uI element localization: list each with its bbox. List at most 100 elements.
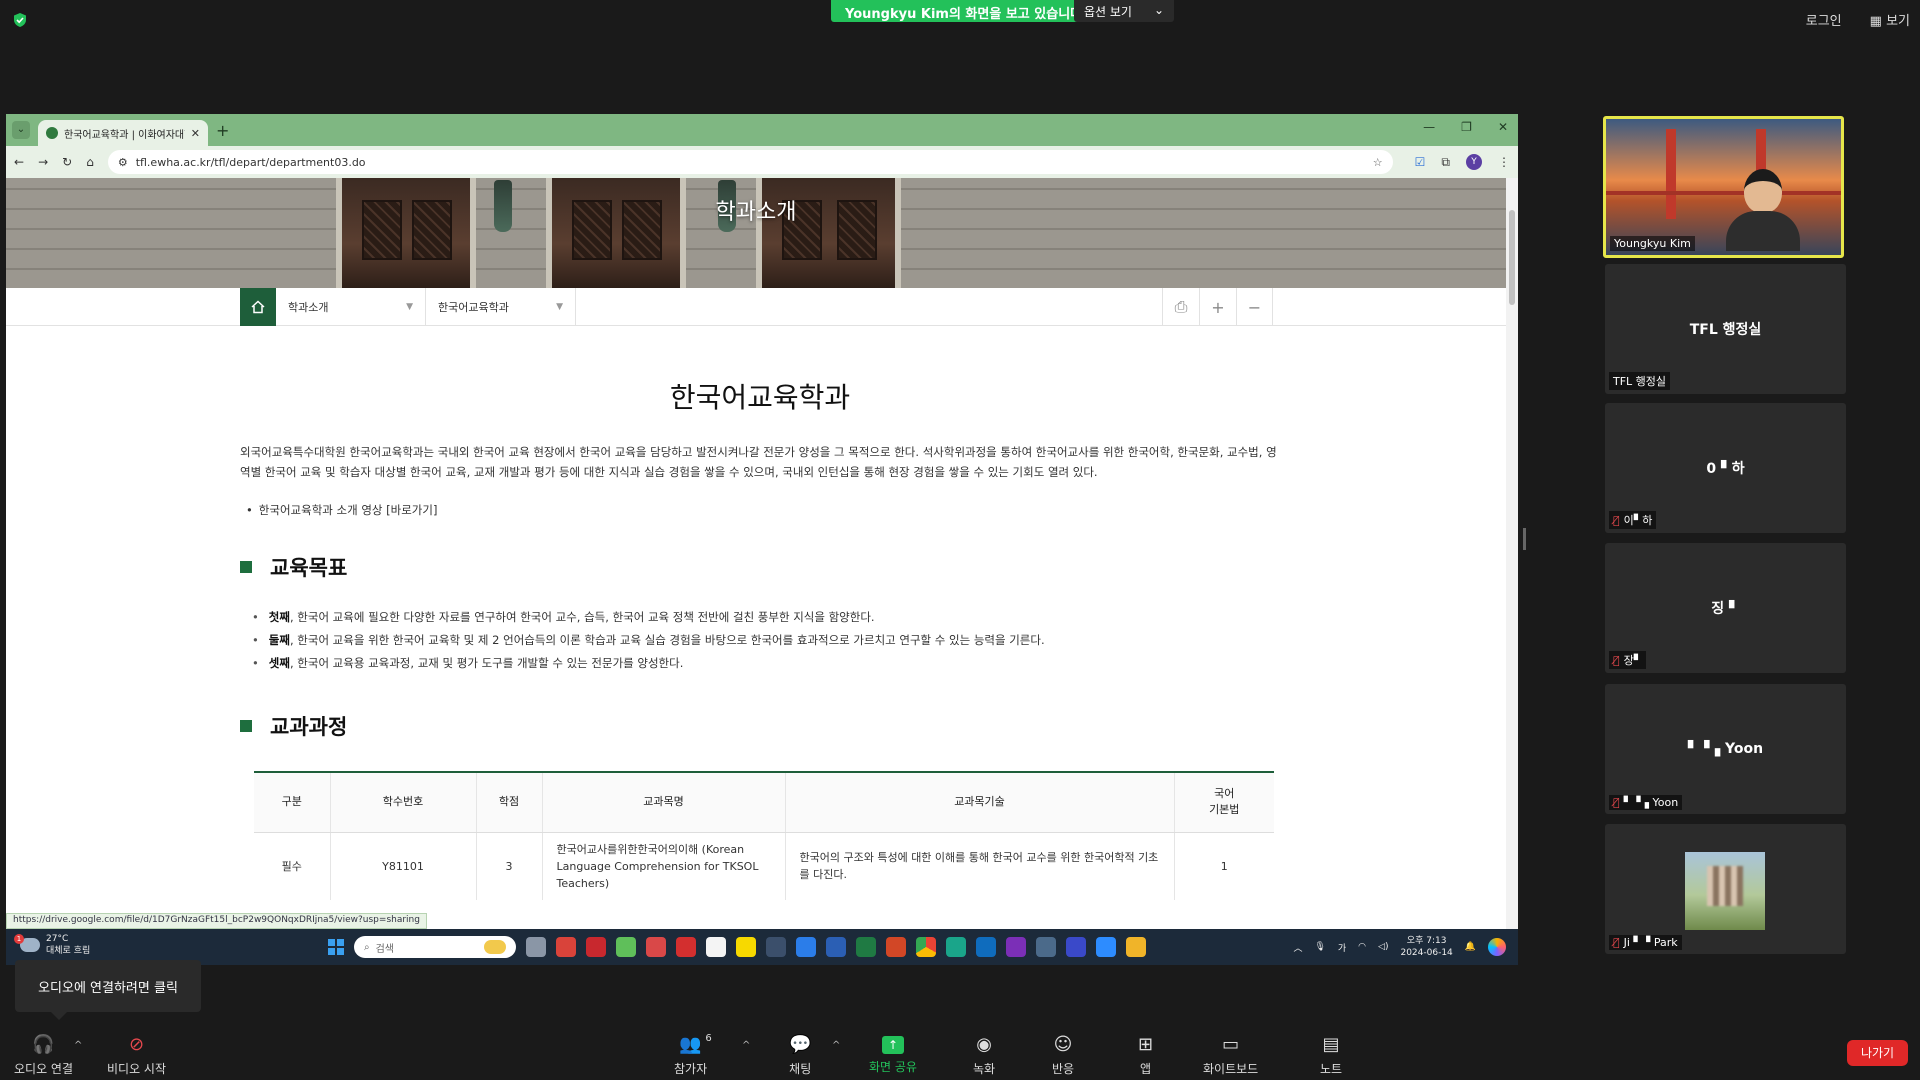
profile-avatar[interactable]: Y: [1466, 154, 1482, 170]
back-icon[interactable]: ←: [14, 155, 24, 169]
app-en-icon[interactable]: [706, 937, 726, 957]
login-button[interactable]: 로그인: [1806, 10, 1842, 29]
zoom-out-button[interactable]: −: [1236, 288, 1273, 326]
bookmark-star-icon[interactable]: ☆: [1373, 156, 1383, 169]
edge-icon[interactable]: [946, 937, 966, 957]
goal-ordinal: 첫째: [268, 610, 290, 624]
kakaotalk-icon[interactable]: [736, 937, 756, 957]
bullet-square-icon: [240, 561, 252, 573]
weather-widget[interactable]: 1 27°C 대체로 흐림: [14, 933, 90, 957]
participant-tile[interactable]: 🎙̸ Ji ▘▝ Park: [1605, 824, 1846, 954]
participants-button[interactable]: 👥 6 참가자: [674, 1033, 712, 1077]
acrobat-icon[interactable]: [676, 937, 696, 957]
taskbar-clock[interactable]: 오후 7:13 2024-06-14: [1400, 935, 1452, 959]
page-scrollbar[interactable]: [1506, 178, 1518, 929]
chat-caret-icon[interactable]: ^: [832, 1040, 840, 1051]
print-icon: ⎙: [1174, 297, 1188, 316]
scrollbar-thumb[interactable]: [1509, 210, 1515, 305]
forward-icon[interactable]: →: [38, 155, 48, 169]
reload-icon[interactable]: ↻: [62, 155, 72, 169]
app-q-icon[interactable]: [766, 937, 786, 957]
participant-tile-video[interactable]: Youngkyu Kim: [1603, 116, 1844, 258]
tab-search-icon[interactable]: ⌄: [12, 121, 30, 139]
share-screen-button[interactable]: ↑ 화면 공유: [869, 1034, 917, 1075]
zoom-in-button[interactable]: +: [1199, 288, 1236, 326]
record-button[interactable]: ◉ 녹화: [973, 1034, 995, 1077]
whiteboard-button[interactable]: ▭ 화이트보드: [1203, 1034, 1258, 1077]
home-button[interactable]: [240, 288, 276, 326]
excel-icon[interactable]: [856, 937, 876, 957]
apps-button[interactable]: ⊞ 앱: [1138, 1034, 1153, 1077]
start-video-label: 비디오 시작: [107, 1062, 167, 1076]
ime-indicator[interactable]: 가: [1338, 941, 1346, 954]
video-link[interactable]: 한국어교육학과 소개 영상 [바로가기]: [240, 502, 1280, 518]
system-tray: ︿ 🎙 가 ◠ ◁) 오후 7:13 2024-06-14 🔔: [1293, 935, 1506, 959]
audio-connect-tooltip[interactable]: 오디오에 연결하려면 클릭: [15, 960, 201, 1020]
snipping-tool-icon[interactable]: [556, 937, 576, 957]
wifi-icon[interactable]: ◠: [1358, 942, 1366, 952]
close-tab-icon[interactable]: ✕: [191, 127, 200, 140]
windows-start-icon[interactable]: [328, 939, 344, 955]
powerpoint-icon[interactable]: [886, 937, 906, 957]
chrome-icon[interactable]: [916, 937, 936, 957]
file-explorer-icon[interactable]: [1126, 937, 1146, 957]
copilot-icon[interactable]: [1488, 938, 1506, 956]
notes-button[interactable]: ▤ 노트: [1320, 1034, 1342, 1077]
record-label: 녹화: [973, 1062, 996, 1076]
app-red-icon[interactable]: [646, 937, 666, 957]
chat-button[interactable]: 💬 채팅: [789, 1034, 811, 1077]
table-cell: 필수: [254, 832, 331, 900]
browser-tab-active[interactable]: 한국어교육학과 | 이화여자대학 ✕: [38, 120, 208, 146]
start-video-button[interactable]: ⊘ 비디오 시작: [107, 1034, 166, 1077]
leave-meeting-button[interactable]: 나가기: [1847, 1040, 1908, 1066]
onenote-icon[interactable]: [1006, 937, 1026, 957]
chat-bubble-icon: 💬: [789, 1034, 812, 1055]
close-window-icon[interactable]: ✕: [1498, 120, 1508, 134]
restore-icon[interactable]: ❐: [1461, 120, 1472, 134]
participant-name: 이▘하: [1623, 514, 1653, 527]
word-icon[interactable]: [826, 937, 846, 957]
browser-menu-icon[interactable]: ⋮: [1498, 155, 1510, 169]
view-options-button[interactable]: 옵션 보기 ⌄: [1074, 0, 1175, 22]
breadcrumb-depth2-select[interactable]: 한국어교육학과 ▼: [426, 288, 576, 326]
participant-tile[interactable]: TFL 행정실 TFL 행정실: [1605, 264, 1846, 394]
home-icon[interactable]: ⌂: [86, 155, 94, 169]
participant-tile[interactable]: ▘▝▗ Yoon 🎙̸ ▘▝▗ Yoon: [1605, 684, 1846, 814]
audio-options-caret-icon[interactable]: ^: [74, 1040, 82, 1051]
extension-check-icon[interactable]: ☑: [1415, 155, 1426, 169]
shared-screen: ⌄ 한국어교육학과 | 이화여자대학 ✕ + — ❐ ✕ ← → ↻ ⌂ ⚙ t…: [6, 114, 1518, 965]
view-button[interactable]: ▦ 보기: [1870, 10, 1910, 29]
panel-resize-handle[interactable]: [1523, 528, 1526, 550]
chevron-up-icon[interactable]: ︿: [1293, 941, 1302, 954]
zoom-app-icon[interactable]: [1096, 937, 1116, 957]
notification-bell-icon[interactable]: 🔔: [1465, 942, 1476, 952]
address-bar[interactable]: ⚙ tfl.ewha.ac.kr/tfl/depart/department03…: [107, 150, 1393, 174]
minimize-icon[interactable]: —: [1423, 120, 1435, 134]
participant-tile[interactable]: 징 ▘ 🎙̸ 장▘: [1605, 543, 1846, 673]
task-view-icon[interactable]: [526, 937, 546, 957]
taskbar-search[interactable]: ⌕ 검색: [354, 936, 516, 958]
new-tab-icon[interactable]: +: [216, 121, 229, 140]
extensions-puzzle-icon[interactable]: ⧉: [1441, 155, 1450, 170]
volume-icon[interactable]: ◁): [1378, 942, 1388, 952]
participant-tile[interactable]: 0 ▘하 🎙̸ 이▘하: [1605, 403, 1846, 533]
breadcrumb-depth1-select[interactable]: 학과소개 ▼: [276, 288, 426, 326]
tab-title: 한국어교육학과 | 이화여자대학: [64, 129, 185, 141]
participant-name: Youngkyu Kim: [1614, 237, 1691, 250]
audio-connect-button[interactable]: 🎧 오디오 연결: [14, 1034, 73, 1077]
site-info-icon[interactable]: ⚙: [118, 156, 128, 169]
app-v-icon[interactable]: [1066, 937, 1086, 957]
security-shield-icon[interactable]: [12, 12, 28, 28]
print-button[interactable]: ⎙: [1162, 288, 1199, 326]
reactions-label: 반응: [1052, 1062, 1075, 1076]
participants-caret-icon[interactable]: ^: [742, 1040, 750, 1051]
microphone-icon[interactable]: 🎙: [1314, 942, 1325, 952]
app-blue-icon[interactable]: [796, 937, 816, 957]
main-content: 한국어교육학과 외국어교육특수대학원 한국어교육학과는 국내외 한국어 교육 현…: [240, 326, 1280, 900]
reactions-button[interactable]: ☺ 반응: [1052, 1034, 1074, 1077]
app-photo-icon[interactable]: [1036, 937, 1056, 957]
outlook-icon[interactable]: [976, 937, 996, 957]
app-x-icon[interactable]: [586, 937, 606, 957]
table-cell: 1: [1220, 859, 1228, 873]
app-green-icon[interactable]: [616, 937, 636, 957]
